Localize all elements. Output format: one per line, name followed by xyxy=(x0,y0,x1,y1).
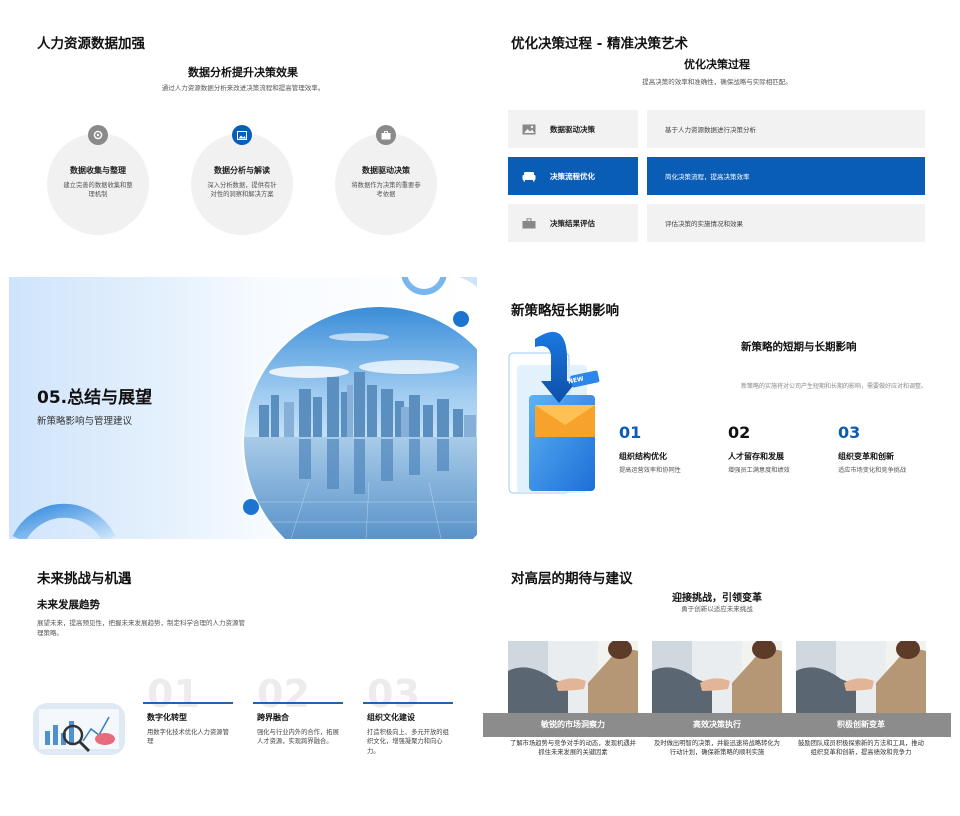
item-number: 02 xyxy=(257,672,310,716)
slide-intro: 提高决策的效率和准确性，确保战略与实际相匹配。 xyxy=(642,78,792,86)
item-title: 敏锐的市场洞察力 xyxy=(541,720,605,729)
slide-intro: 通过人力资源数据分析来改进决策流程和提高管理效率。 xyxy=(161,84,325,92)
image-icon xyxy=(522,124,536,134)
slide-decision-optimization[interactable]: 优化决策过程 - 精准决策艺术 优化决策过程 提高决策的效率和准确性，确保战略与… xyxy=(483,10,951,272)
item-desc: 用数字化技术优化人力资源管理 xyxy=(147,729,229,746)
item-desc: 适应市场变化和竞争挑战 xyxy=(838,467,907,474)
item-number: 02 xyxy=(728,423,751,442)
item-title: 跨界融合 xyxy=(257,713,289,722)
divider-line xyxy=(363,702,453,704)
item-title: 数字化转型 xyxy=(147,713,187,722)
envelope-illustration xyxy=(508,331,600,494)
card-title: 数据分析与解读 xyxy=(214,166,270,175)
card-data-driven: 数据驱动决策 将数据作为决策的重要参考依据 xyxy=(335,133,437,235)
item-number: 01 xyxy=(147,672,200,716)
divider-line xyxy=(253,702,343,704)
item-desc: 了解市场趋势与竞争对手的动态，发现机遇并抓住未来发展的关键因素 xyxy=(510,740,636,757)
item-desc: 打造积极向上、多元开放的组织文化，增强凝聚力和向心力。 xyxy=(367,729,449,755)
card-data-collection: 数据收集与整理 建立完善的数据收集和整理机制 xyxy=(47,133,149,235)
item-title: 组织文化建设 xyxy=(367,713,415,722)
item-number: 01 xyxy=(619,423,642,442)
item-title: 组织结构优化 xyxy=(619,452,667,461)
slide-heading: 迎接挑战，引领变革 xyxy=(672,593,762,604)
row-desc: 评估决策的实施情况和效果 xyxy=(647,204,925,242)
slide-future-challenges[interactable]: 未来挑战与机遇 未来发展趋势 展望未来，提高预见性，把握未来发展趋势，制定科学合… xyxy=(9,545,477,807)
slide-subtitle: 数据分析提升决策效果 xyxy=(188,66,298,79)
slide-intro: 展望未来，提高预见性，把握未来发展趋势，制定科学合理的人力资源管理策略。 xyxy=(37,619,245,637)
item-title: 人才留存和发展 xyxy=(728,452,784,461)
slide-heading: 新策略的短期与长期影响 xyxy=(741,341,857,353)
slide-title: 优化决策过程 - 精准决策艺术 xyxy=(511,36,689,52)
row-label-text: 决策结果评估 xyxy=(550,218,595,228)
row-label-text: 决策流程优化 xyxy=(550,171,595,181)
slide-title: 新策略短长期影响 xyxy=(511,303,619,319)
item-desc: 强化与行业内外的合作，拓展人才资源，实现跨界融合。 xyxy=(257,729,339,746)
item-title: 组织变革和创新 xyxy=(838,452,894,461)
slide-subtitle: 优化决策过程 xyxy=(684,58,750,71)
item-number: 03 xyxy=(838,423,861,442)
slide-summary[interactable]: 05.总结与展望 新策略影响与管理建议 xyxy=(9,277,477,539)
item-title: 积极创新变革 xyxy=(837,720,885,729)
item-number: 03 xyxy=(367,672,420,716)
card-desc: 深入分析数据，提供有针对性的洞察和解决方案 xyxy=(207,182,277,199)
analysis-chart-illustration xyxy=(33,703,125,755)
slide-title: 05.总结与展望 xyxy=(37,388,153,408)
slide-subtitle: 未来发展趋势 xyxy=(37,599,100,611)
slide-title: 对高层的期待与建议 xyxy=(511,571,633,587)
handshake-photo xyxy=(652,641,782,715)
row-label-text: 数据驱动决策 xyxy=(550,124,595,134)
city-illustration xyxy=(12,277,477,539)
briefcase-icon xyxy=(522,217,536,228)
item-desc: 及时做出明智的决策，并能迅速将战略转化为行动计划，确保新策略的顺利实施 xyxy=(654,740,780,757)
card-desc: 将数据作为决策的重要参考依据 xyxy=(351,182,421,199)
card-data-analysis: 数据分析与解读 深入分析数据，提供有针对性的洞察和解决方案 xyxy=(191,133,293,235)
handshake-photo xyxy=(796,641,926,715)
image-icon xyxy=(232,125,252,145)
item-desc: 提高运营效率和协同性 xyxy=(619,467,681,474)
row-desc: 简化决策流程，提高决策效率 xyxy=(647,157,925,195)
row-label-process[interactable]: 决策流程优化 xyxy=(508,157,638,195)
handshake-photo xyxy=(508,641,638,715)
slide-hr-data[interactable]: 人力资源数据加强 数据分析提升决策效果 通过人力资源数据分析来改进决策流程和提高… xyxy=(9,10,477,272)
card-title: 数据驱动决策 xyxy=(362,166,410,175)
slide-title: 人力资源数据加强 xyxy=(37,36,145,52)
card-title: 数据收集与整理 xyxy=(70,166,126,175)
item-desc: 增强员工满意度和绩效 xyxy=(728,467,790,474)
slide-subheading: 勇于创新以适应未来挑战 xyxy=(681,605,753,613)
briefcase-icon xyxy=(376,125,396,145)
divider-line xyxy=(143,702,233,704)
item-desc: 鼓励团队成员积极探索新的方法和工具，推动组织变革和创新，提高绩效和竞争力 xyxy=(798,740,924,757)
slide-title: 未来挑战与机遇 xyxy=(37,571,132,587)
sofa-icon xyxy=(522,171,536,181)
slide-strategy-impact[interactable]: 新策略短长期影响 NEW 新策略的短期与长期影响 新策略的实施将对公司产生短期和… xyxy=(483,277,951,539)
item-title: 高效决策执行 xyxy=(693,720,741,729)
slide-expectations[interactable]: 对高层的期待与建议 迎接挑战，引领变革 勇于创新以适应未来挑战 敏锐的市场洞察力… xyxy=(483,545,951,807)
card-desc: 建立完善的数据收集和整理机制 xyxy=(63,182,133,199)
row-desc: 基于人力资源数据进行决策分析 xyxy=(647,110,925,148)
settings-icon xyxy=(88,125,108,145)
slide-intro: 新策略的实施将对公司产生短期和长期的影响，需要做好应对和调整。 xyxy=(741,383,928,390)
row-label-evaluation[interactable]: 决策结果评估 xyxy=(508,204,638,242)
slide-subtitle: 新策略影响与管理建议 xyxy=(37,416,133,427)
row-label-data-driven[interactable]: 数据驱动决策 xyxy=(508,110,638,148)
